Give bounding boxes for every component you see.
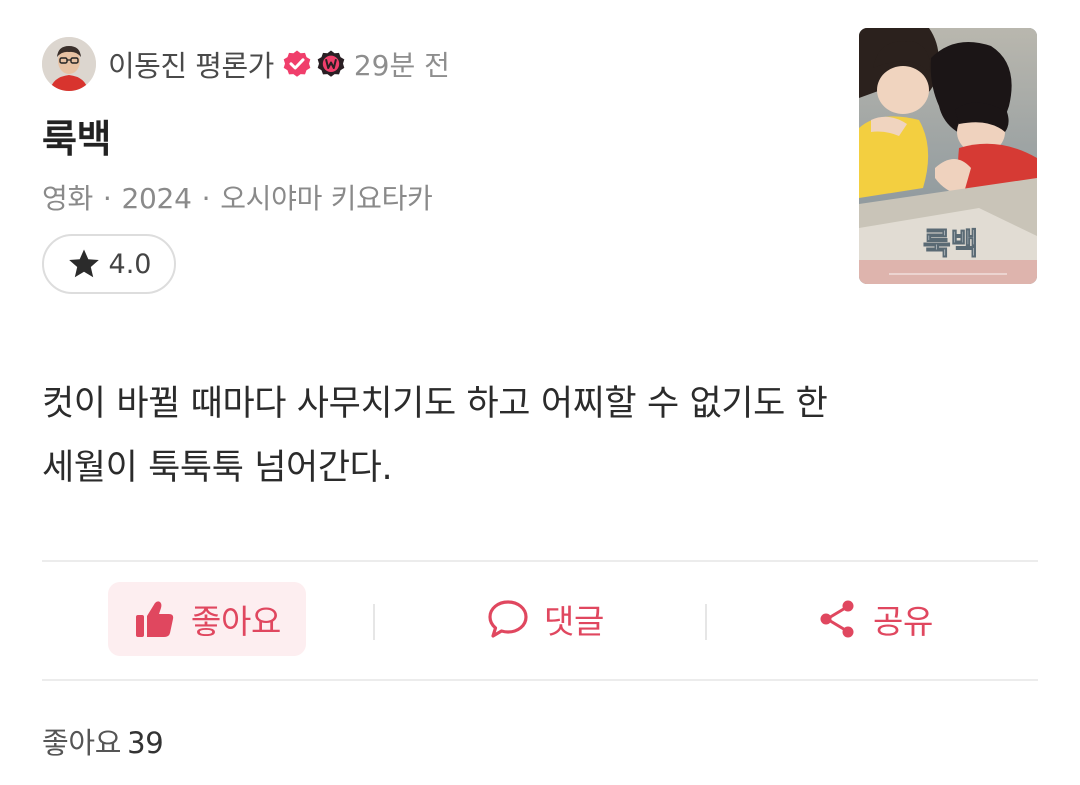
post-time: 29분 전 — [353, 49, 450, 82]
action-bar: 좋아요 댓글 공유 — [42, 580, 1038, 660]
like-count-label: 좋아요 — [42, 726, 122, 760]
movie-director: 오시야마 키요타카 — [220, 182, 433, 215]
comment-button[interactable]: 댓글 — [470, 582, 620, 656]
share-button[interactable]: 공유 — [804, 582, 944, 656]
thumbs-up-icon — [135, 601, 174, 637]
comment-bubble-icon — [488, 600, 528, 638]
watcha-w-icon — [317, 50, 345, 77]
verified-check-icon — [283, 50, 311, 77]
avatar[interactable] — [42, 37, 96, 91]
share-label: 공유 — [872, 602, 934, 641]
meta-separator: · — [102, 182, 112, 215]
review-line: 세월이 툭툭툭 넘어간다. — [42, 448, 393, 488]
review-line: 컷이 바뀔 때마다 사무치기도 하고 어찌할 수 없기도 한 — [42, 384, 828, 424]
rating-badge: 4.0 — [42, 234, 176, 294]
rating-value: 4.0 — [108, 248, 152, 280]
share-icon — [820, 600, 854, 638]
divider — [42, 560, 1038, 562]
movie-type: 영화 — [42, 182, 93, 215]
comment-label: 댓글 — [543, 602, 605, 641]
like-label: 좋아요 — [190, 602, 282, 641]
like-button[interactable]: 좋아요 — [108, 582, 306, 656]
star-icon — [68, 249, 99, 278]
movie-year: 2024 — [121, 182, 192, 215]
like-count-value: 39 — [127, 726, 164, 760]
review-card: 이동진 평론가 29분 전 룩백 영화 · 2024 · 오시야마 키요타카 4.0 — [0, 0, 1080, 785]
movie-poster[interactable]: 룩백 — [859, 28, 1037, 284]
poster-title: 룩백 — [923, 227, 978, 262]
divider — [42, 679, 1038, 681]
action-separator — [705, 604, 707, 640]
movie-title[interactable]: 룩백 — [42, 108, 111, 163]
review-text: 컷이 바뀔 때마다 사무치기도 하고 어찌할 수 없기도 한 세월이 툭툭툭 넘… — [42, 372, 1032, 500]
action-separator — [373, 604, 375, 640]
meta-separator: · — [201, 182, 211, 215]
author-name[interactable]: 이동진 평론가 — [108, 43, 274, 85]
like-count[interactable]: 좋아요 39 — [42, 720, 164, 762]
review-header: 이동진 평론가 29분 전 — [42, 36, 450, 92]
movie-meta: 영화 · 2024 · 오시야마 키요타카 — [42, 177, 433, 217]
